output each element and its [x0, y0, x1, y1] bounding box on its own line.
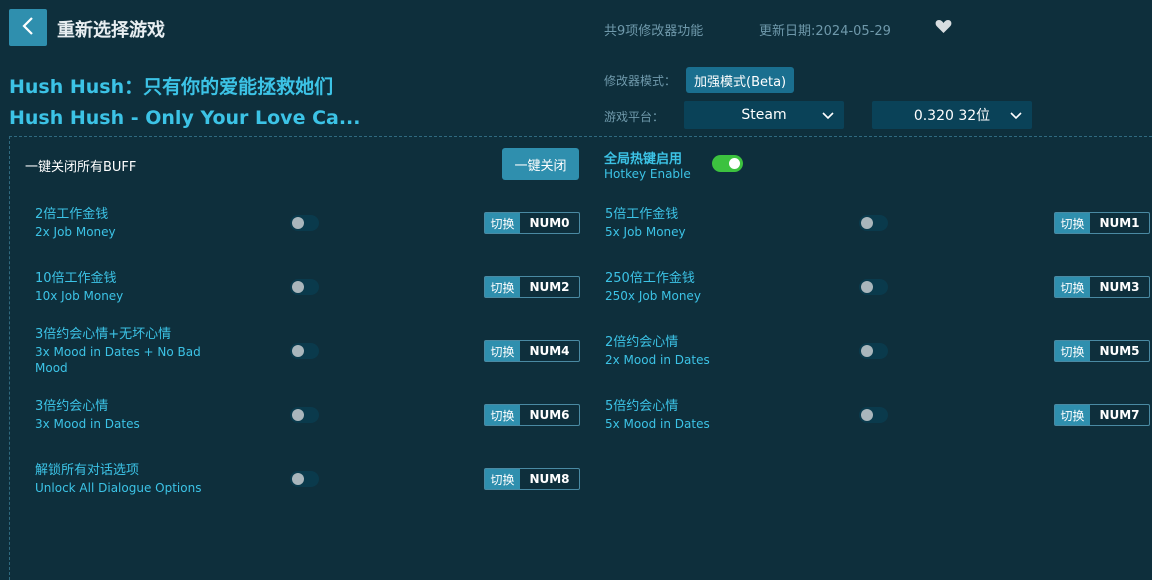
feature-toggle[interactable]	[859, 343, 888, 359]
hotkey-key: NUM4	[529, 344, 570, 358]
toggle-knob	[861, 409, 873, 421]
feature-item: 10倍工作金钱 10x Job Money	[35, 270, 123, 304]
switch-tag: 切换	[485, 469, 520, 489]
toggle-knob	[729, 158, 740, 169]
hotkey-binding[interactable]: 切换 NUM5	[1054, 340, 1150, 362]
feature-toggle[interactable]	[290, 215, 319, 231]
feature-name-en: 250x Job Money	[605, 289, 701, 303]
switch-tag: 切换	[485, 341, 520, 361]
version-value: 0.320 32位	[913, 108, 991, 124]
toggle-knob	[292, 473, 304, 485]
feature-name-cn: 2倍工作金钱	[35, 207, 109, 222]
toggle-knob	[861, 217, 873, 229]
chevron-down-icon	[1010, 109, 1022, 125]
feature-item: 2倍约会心情 2x Mood in Dates	[605, 334, 710, 368]
hotkey-enable-label-en: Hotkey Enable	[604, 167, 691, 181]
toggle-knob	[292, 217, 304, 229]
switch-tag: 切换	[1055, 341, 1090, 361]
feature-name-cn: 10倍工作金钱	[35, 271, 117, 286]
feature-item: 2倍工作金钱 2x Job Money	[35, 206, 116, 240]
toggle-knob	[861, 281, 873, 293]
platform-label: 游戏平台：	[604, 110, 665, 124]
hotkey-binding[interactable]: 切换 NUM8	[484, 468, 580, 490]
feature-item: 5倍约会心情 5x Mood in Dates	[605, 398, 710, 432]
feature-item: 3倍约会心情+无坏心情 3x Mood in Dates + No Bad Mo…	[35, 326, 210, 376]
heart-icon[interactable]	[935, 19, 952, 38]
hotkey-key: NUM1	[1099, 216, 1140, 230]
feature-name-en: 5x Mood in Dates	[605, 417, 710, 431]
feature-name-en: 5x Job Money	[605, 225, 686, 239]
feature-toggle[interactable]	[859, 279, 888, 295]
platform-select[interactable]: Steam	[684, 101, 844, 129]
back-button[interactable]	[9, 9, 47, 46]
hotkey-key: NUM0	[529, 216, 570, 230]
switch-tag: 切换	[485, 405, 520, 425]
hotkey-key: NUM6	[529, 408, 570, 422]
chevron-down-icon	[822, 109, 834, 125]
feature-item: 解锁所有对话选项 Unlock All Dialogue Options	[35, 462, 201, 496]
feature-toggle[interactable]	[859, 407, 888, 423]
feature-name-cn: 3倍约会心情+无坏心情	[35, 327, 172, 342]
feature-name-cn: 2倍约会心情	[605, 335, 679, 350]
update-date: 更新日期:2024-05-29	[759, 24, 891, 39]
hotkey-key: NUM2	[529, 280, 570, 294]
hotkey-binding[interactable]: 切换 NUM0	[484, 212, 580, 234]
feature-name-en: 2x Job Money	[35, 225, 116, 239]
feature-name-en: 2x Mood in Dates	[605, 353, 710, 367]
hotkey-binding[interactable]: 切换 NUM6	[484, 404, 580, 426]
feature-toggle[interactable]	[290, 471, 319, 487]
hotkey-key: NUM3	[1099, 280, 1140, 294]
game-title-en: Hush Hush - Only Your Love Ca...	[9, 107, 361, 129]
page-title: 重新选择游戏	[57, 20, 165, 41]
switch-tag: 切换	[1055, 277, 1090, 297]
feature-name-cn: 解锁所有对话选项	[35, 463, 140, 478]
game-title-cn: Hush Hush：只有你的爱能拯救她们	[9, 76, 334, 98]
switch-tag: 切换	[485, 213, 520, 233]
hotkey-binding[interactable]: 切换 NUM1	[1054, 212, 1150, 234]
mode-label: 修改器模式：	[604, 74, 677, 88]
hotkey-binding[interactable]: 切换 NUM7	[1054, 404, 1150, 426]
hotkey-binding[interactable]: 切换 NUM3	[1054, 276, 1150, 298]
switch-tag: 切换	[485, 277, 520, 297]
switch-tag: 切换	[1055, 213, 1090, 233]
hotkey-key: NUM5	[1099, 344, 1140, 358]
feature-name-en: 3x Mood in Dates + No Bad Mood	[35, 345, 201, 375]
hotkey-enable-toggle[interactable]	[712, 155, 743, 172]
toggle-knob	[292, 281, 304, 293]
feature-toggle[interactable]	[859, 215, 888, 231]
mode-badge[interactable]: 加强模式(Beta)	[686, 67, 795, 93]
version-select[interactable]: 0.320 32位	[872, 101, 1032, 129]
toggle-knob	[861, 345, 873, 357]
feature-name-en: 10x Job Money	[35, 289, 124, 303]
close-all-label: 一键关闭所有BUFF	[25, 160, 137, 175]
feature-name-cn: 5倍约会心情	[605, 399, 679, 414]
platform-value: Steam	[741, 107, 787, 123]
feature-toggle[interactable]	[290, 407, 319, 423]
chevron-left-icon	[21, 16, 35, 40]
feature-count: 共9项修改器功能	[604, 24, 704, 39]
hotkey-key: NUM8	[529, 472, 570, 486]
hotkey-key: NUM7	[1099, 408, 1140, 422]
toggle-knob	[292, 409, 304, 421]
hotkey-binding[interactable]: 切换 NUM4	[484, 340, 580, 362]
feature-toggle[interactable]	[290, 343, 319, 359]
feature-name-cn: 5倍工作金钱	[605, 207, 679, 222]
toggle-knob	[292, 345, 304, 357]
feature-toggle[interactable]	[290, 279, 319, 295]
feature-name-en: 3x Mood in Dates	[35, 417, 140, 431]
feature-item: 250倍工作金钱 250x Job Money	[605, 270, 701, 304]
feature-item: 3倍约会心情 3x Mood in Dates	[35, 398, 140, 432]
feature-name-en: Unlock All Dialogue Options	[35, 481, 202, 495]
switch-tag: 切换	[1055, 405, 1090, 425]
hotkey-enable-label-cn: 全局热键启用	[604, 152, 683, 167]
feature-name-cn: 250倍工作金钱	[605, 271, 695, 286]
hotkey-binding[interactable]: 切换 NUM2	[484, 276, 580, 298]
feature-item: 5倍工作金钱 5x Job Money	[605, 206, 686, 240]
close-all-button[interactable]: 一键关闭	[502, 148, 579, 180]
feature-name-cn: 3倍约会心情	[35, 399, 109, 414]
